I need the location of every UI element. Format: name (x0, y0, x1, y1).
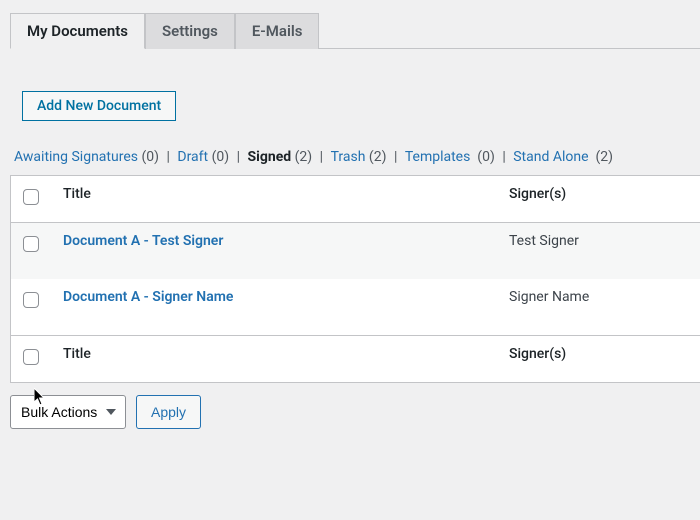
tab-my-documents[interactable]: My Documents (10, 13, 145, 49)
filter-standalone[interactable]: Stand Alone (513, 149, 588, 165)
filter-standalone-count: (2) (595, 149, 613, 165)
row-checkbox[interactable] (23, 236, 39, 252)
select-all-bottom[interactable] (23, 349, 39, 365)
status-filters: Awaiting Signatures (0) | Draft (0) | Si… (0, 149, 700, 175)
table-row: Document A - Test Signer Test Signer (11, 223, 700, 279)
select-all-top[interactable] (23, 189, 39, 205)
filter-awaiting-count: (0) (141, 149, 159, 165)
filter-signed[interactable]: Signed (248, 149, 292, 165)
col-signers-footer: Signer(s) (501, 335, 700, 382)
col-title[interactable]: Title (55, 176, 501, 223)
tab-emails[interactable]: E-Mails (235, 13, 320, 49)
tabs-bar: My Documents Settings E-Mails (10, 0, 700, 49)
filter-trash-count: (2) (369, 149, 387, 165)
filter-awaiting[interactable]: Awaiting Signatures (14, 149, 138, 165)
filter-draft-count: (0) (212, 149, 230, 165)
documents-table: Title Signer(s) Document A - Test Signer… (10, 175, 700, 383)
col-title-footer: Title (55, 335, 501, 382)
document-signers: Signer Name (501, 279, 700, 335)
document-title-link[interactable]: Document A - Test Signer (63, 233, 223, 249)
table-row: Document A - Signer Name Signer Name (11, 279, 700, 335)
bulk-actions-select[interactable]: Bulk Actions (10, 395, 126, 429)
apply-button[interactable]: Apply (136, 395, 201, 429)
document-title-link[interactable]: Document A - Signer Name (63, 289, 233, 305)
filter-draft[interactable]: Draft (177, 149, 208, 165)
add-document-button[interactable]: Add New Document (22, 91, 176, 121)
tab-settings[interactable]: Settings (145, 13, 235, 49)
filter-templates[interactable]: Templates (405, 149, 471, 165)
document-signers: Test Signer (501, 223, 700, 279)
filter-templates-count: (0) (477, 149, 495, 165)
col-signers[interactable]: Signer(s) (501, 176, 700, 223)
row-checkbox[interactable] (23, 292, 39, 308)
filter-trash[interactable]: Trash (331, 149, 366, 165)
filter-signed-count: (2) (295, 149, 313, 165)
